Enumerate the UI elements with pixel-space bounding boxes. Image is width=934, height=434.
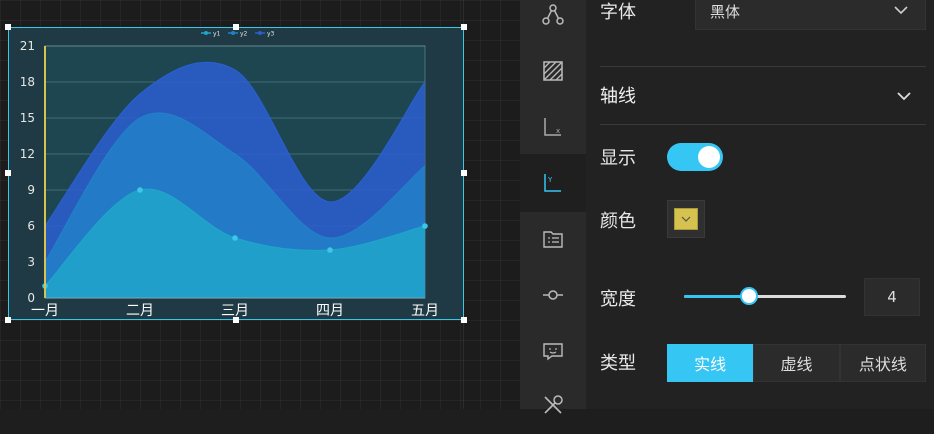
resize-handle-bottom-mid[interactable] <box>233 317 239 323</box>
design-canvas[interactable]: 0 3 6 9 12 15 18 21 一月 二月 三月 四月 五月 y1 y2 y3 <box>0 0 520 409</box>
color-label: 颜色 <box>600 211 636 232</box>
area-chart: 036912151821一月 二月 三月 四月 五月y1 y2 y3 <box>20 31 439 320</box>
color-swatch <box>674 208 698 230</box>
color-picker[interactable] <box>667 200 705 238</box>
show-toggle[interactable] <box>667 143 723 171</box>
sidebar-item-x-axis[interactable]: x <box>520 98 586 156</box>
legend-marker-y3 <box>258 31 262 35</box>
legend-label-y1: y1 <box>213 31 221 38</box>
x-tick-label: 二月 <box>126 303 154 319</box>
width-input[interactable]: 4 <box>864 278 920 316</box>
y-tick-label: 3 <box>27 255 35 269</box>
font-select[interactable]: 黑体 <box>695 0 926 30</box>
marker-point-icon <box>543 290 563 300</box>
axis-section-header[interactable]: 轴线 <box>586 82 934 110</box>
sidebar-item-legend[interactable] <box>520 210 586 268</box>
font-label: 字体 <box>600 2 636 23</box>
line-type-dotted[interactable]: 点状线 <box>839 344 926 382</box>
pattern-fill-icon <box>543 61 563 81</box>
settings-panel: 字体 黑体 轴线 显示 颜色 宽度 4 类型 实线 虚线 点状线 <box>586 0 934 409</box>
chart-widget[interactable]: 0 3 6 9 12 15 18 21 一月 二月 三月 四月 五月 y1 y2 y3 <box>8 27 464 320</box>
section-divider <box>600 124 926 125</box>
y-tick-label: 12 <box>20 147 35 161</box>
y-tick-label: 15 <box>20 111 35 125</box>
x-axis-icon: x <box>544 118 561 136</box>
sidebar-item-tools[interactable] <box>520 376 586 434</box>
resize-handle-bottom-left[interactable] <box>5 317 11 323</box>
width-slider[interactable] <box>684 287 846 305</box>
tooltip-icon <box>543 343 563 361</box>
data-point <box>422 223 428 229</box>
y-tick-label: 21 <box>20 39 35 53</box>
x-tick-label: 一月 <box>31 303 59 319</box>
resize-handle-bottom-right[interactable] <box>461 317 467 323</box>
chevron-down-icon <box>897 92 911 101</box>
chevron-down-icon <box>681 216 691 222</box>
resize-handle-top-right[interactable] <box>461 24 467 30</box>
legend-label-y3: y3 <box>267 31 275 38</box>
share-nodes-icon <box>542 4 564 25</box>
legend-marker-y1 <box>204 31 208 35</box>
svg-text:Y: Y <box>547 176 553 184</box>
line-type-selector: 实线 虚线 点状线 <box>667 344 926 382</box>
data-point <box>327 247 333 253</box>
data-point <box>137 187 143 193</box>
section-divider <box>600 66 926 67</box>
type-label: 类型 <box>600 353 636 374</box>
y-tick-label: 18 <box>20 75 35 89</box>
sidebar-item-tooltip[interactable] <box>520 322 586 380</box>
sidebar-item-marker[interactable] <box>520 266 586 324</box>
x-tick-label: 五月 <box>411 303 439 319</box>
resize-handle-top-mid[interactable] <box>233 24 239 30</box>
font-select-value: 黑体 <box>710 2 741 21</box>
legend-marker-y2 <box>231 31 235 35</box>
sidebar-item-fill[interactable] <box>520 42 586 100</box>
y-tick-label: 6 <box>27 219 35 233</box>
slider-handle[interactable] <box>739 287 758 305</box>
y-axis-icon: Y <box>544 174 561 192</box>
show-label: 显示 <box>600 148 636 169</box>
data-point <box>232 235 238 241</box>
width-value: 4 <box>887 288 897 306</box>
chevron-down-icon <box>894 6 908 15</box>
svg-text:x: x <box>556 127 560 135</box>
toggle-knob <box>698 146 720 168</box>
x-tick-label: 四月 <box>316 303 344 319</box>
sidebar-item-share[interactable] <box>520 0 586 44</box>
line-type-solid[interactable]: 实线 <box>667 344 754 382</box>
resize-handle-top-left[interactable] <box>5 24 11 30</box>
y-tick-label: 9 <box>27 183 35 197</box>
resize-handle-mid-right[interactable] <box>461 170 467 176</box>
sidebar-item-y-axis[interactable]: Y <box>520 154 586 212</box>
settings-icon-bar: x Y <box>520 0 586 414</box>
resize-handle-mid-left[interactable] <box>5 170 11 176</box>
width-label: 宽度 <box>600 289 636 310</box>
line-type-dashed[interactable]: 虚线 <box>753 344 840 382</box>
axis-section-title: 轴线 <box>600 86 636 107</box>
tools-icon <box>544 395 563 414</box>
legend-label-y2: y2 <box>240 31 248 38</box>
legend-list-icon <box>543 231 563 248</box>
